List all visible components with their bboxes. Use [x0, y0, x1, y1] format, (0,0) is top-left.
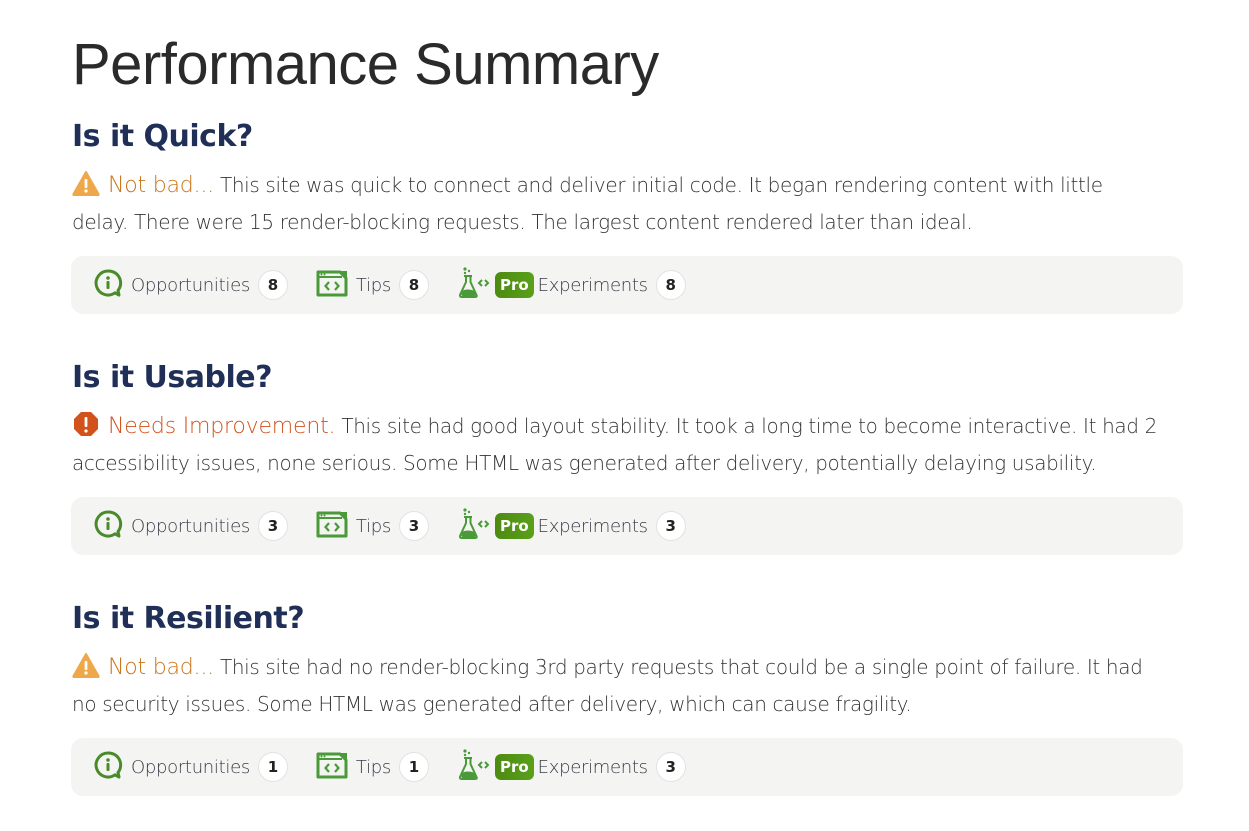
- experiments-count: 8: [655, 270, 686, 300]
- section-summary: Needs Improvement. This site had good la…: [72, 408, 1162, 481]
- experiments-label: Experiments: [537, 515, 648, 537]
- pro-badge: Pro: [494, 513, 534, 539]
- opportunities-count: 8: [257, 270, 288, 300]
- status-label: Not bad...: [108, 655, 214, 680]
- tips-label: Tips: [355, 756, 391, 778]
- tips-label: Tips: [355, 274, 391, 296]
- performance-summary-page: Performance Summary Is it Quick? Not bad…: [0, 0, 1249, 796]
- code-window-icon: [316, 510, 348, 542]
- flask-code-icon: [457, 507, 491, 545]
- experiments-button[interactable]: Pro Experiments 8: [457, 266, 686, 304]
- section-title: Is it Usable?: [72, 360, 273, 395]
- summary-text: This site had no render-blocking 3rd par…: [72, 655, 1143, 716]
- section-summary: Not bad... This site was quick to connec…: [72, 167, 1162, 240]
- tips-count: 8: [398, 270, 429, 300]
- opportunities-count: 3: [257, 511, 288, 541]
- page-title: Performance Summary: [72, 32, 659, 97]
- tips-button[interactable]: Tips 3: [316, 510, 429, 542]
- tips-count: 1: [398, 752, 429, 782]
- status-label: Needs Improvement.: [108, 414, 336, 439]
- info-bubble-icon: [93, 509, 123, 543]
- cta-bar: Opportunities 1 Tips 1 Pro Experiments 3: [71, 738, 1183, 796]
- experiments-count: 3: [655, 511, 686, 541]
- opportunities-button[interactable]: Opportunities 1: [93, 750, 288, 784]
- experiments-button[interactable]: Pro Experiments 3: [457, 748, 686, 786]
- section-resilient: Is it Resilient? Not bad... This site ha…: [71, 595, 1184, 796]
- cta-bar: Opportunities 3 Tips 3 Pro Experiments 3: [71, 497, 1183, 555]
- warning-triangle-icon: [72, 170, 100, 196]
- section-usable: Is it Usable? Needs Improvement. This si…: [71, 354, 1184, 555]
- section-quick: Is it Quick? Not bad... This site was qu…: [71, 113, 1184, 314]
- flask-code-icon: [457, 748, 491, 786]
- opportunities-button[interactable]: Opportunities 3: [93, 509, 288, 543]
- tips-count: 3: [398, 511, 429, 541]
- info-bubble-icon: [93, 750, 123, 784]
- pro-badge: Pro: [494, 272, 534, 298]
- section-title: Is it Resilient?: [72, 601, 305, 636]
- opportunities-label: Opportunities: [131, 274, 250, 296]
- section-summary: Not bad... This site had no render-block…: [72, 649, 1162, 722]
- status-label: Not bad...: [108, 173, 214, 198]
- flask-code-icon: [457, 266, 491, 304]
- warning-triangle-icon: [72, 652, 100, 678]
- error-octagon-icon: [72, 411, 100, 437]
- experiments-label: Experiments: [537, 756, 648, 778]
- experiments-button[interactable]: Pro Experiments 3: [457, 507, 686, 545]
- experiments-label: Experiments: [537, 274, 648, 296]
- opportunities-button[interactable]: Opportunities 8: [93, 268, 288, 302]
- tips-button[interactable]: Tips 1: [316, 751, 429, 783]
- code-window-icon: [316, 269, 348, 301]
- pro-badge: Pro: [494, 754, 534, 780]
- opportunities-count: 1: [257, 752, 288, 782]
- tips-button[interactable]: Tips 8: [316, 269, 429, 301]
- opportunities-label: Opportunities: [131, 515, 250, 537]
- code-window-icon: [316, 751, 348, 783]
- experiments-count: 3: [655, 752, 686, 782]
- section-title: Is it Quick?: [72, 119, 253, 154]
- summary-text: This site was quick to connect and deliv…: [72, 173, 1103, 234]
- info-bubble-icon: [93, 268, 123, 302]
- opportunities-label: Opportunities: [131, 756, 250, 778]
- cta-bar: Opportunities 8 Tips 8 Pro Experiments 8: [71, 256, 1183, 314]
- tips-label: Tips: [355, 515, 391, 537]
